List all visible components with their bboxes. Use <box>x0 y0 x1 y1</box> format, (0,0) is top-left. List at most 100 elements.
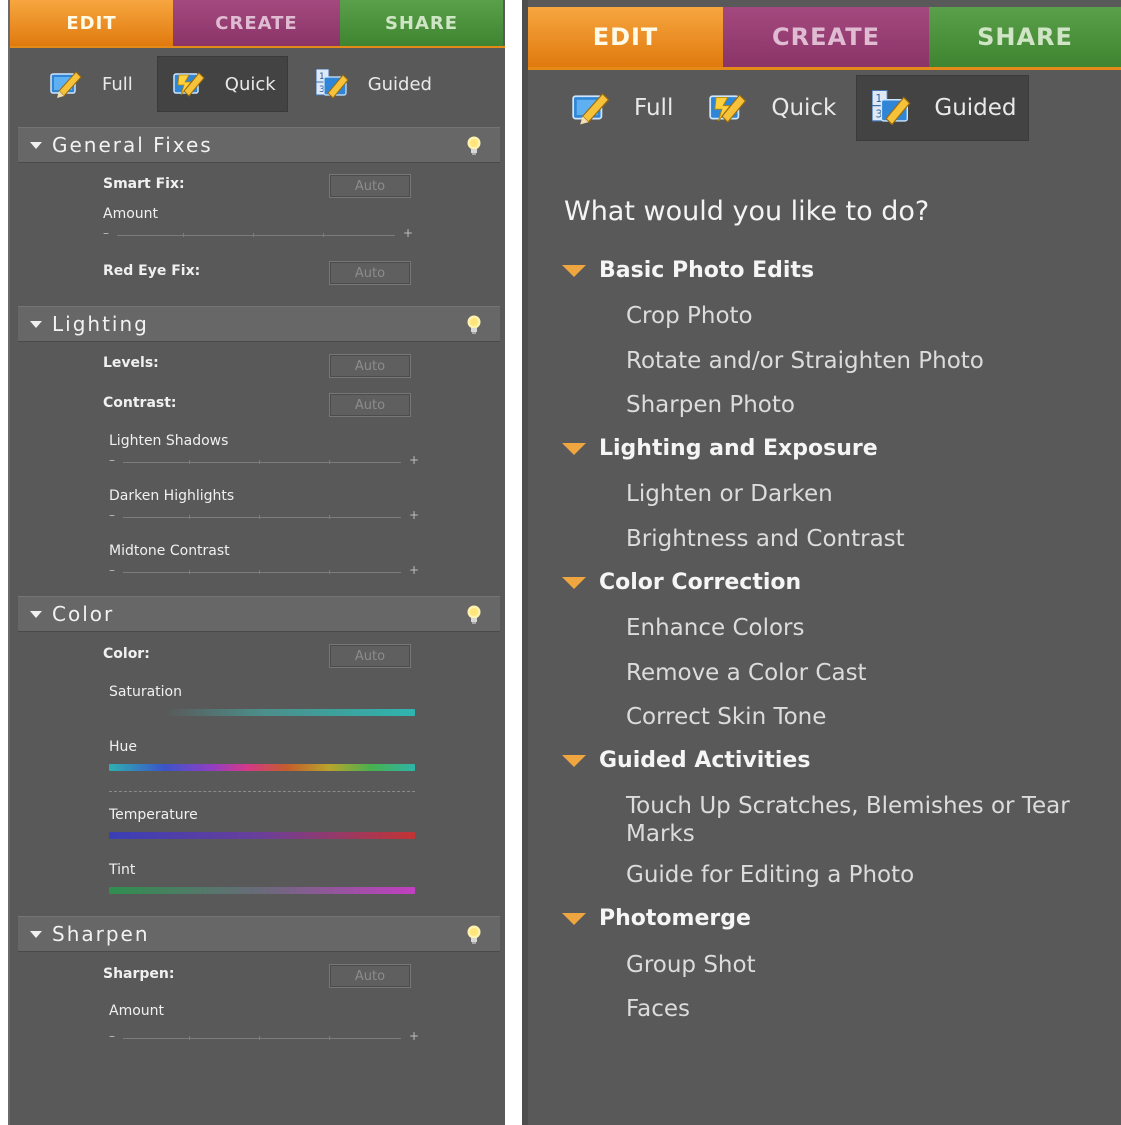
slider-minus: – <box>103 226 109 240</box>
mode-guided-label: Guided <box>367 73 432 95</box>
lighten-shadows-slider[interactable]: – + <box>109 453 419 470</box>
contrast-auto-button[interactable]: Auto <box>329 393 411 417</box>
expand-triangle-icon[interactable] <box>562 442 586 455</box>
levels-label: Levels: <box>103 355 159 371</box>
mode-guided-label: Guided <box>934 95 1017 121</box>
category-photomerge[interactable]: Photomerge <box>562 906 751 931</box>
slider-plus: + <box>408 453 419 467</box>
mode-quick-label: Quick <box>771 95 837 121</box>
mode-guided-button[interactable]: Guided <box>856 75 1029 141</box>
workspace-tabs: EDIT CREATE SHARE <box>10 0 505 48</box>
slider-minus: – <box>109 508 115 522</box>
guided-item-sharpen-photo[interactable]: Sharpen Photo <box>626 391 795 419</box>
red-eye-fix-label: Red Eye Fix: <box>103 263 201 279</box>
midtone-contrast-slider[interactable]: – + <box>109 563 419 580</box>
saturation-label: Saturation <box>109 684 182 700</box>
midtone-contrast-label: Midtone Contrast <box>109 543 230 559</box>
mode-guided-button[interactable]: Guided <box>300 56 444 112</box>
smart-fix-auto-button[interactable]: Auto <box>329 174 411 198</box>
category-label: Photomerge <box>599 906 751 931</box>
tab-share[interactable]: SHARE <box>929 7 1121 67</box>
saturation-slider[interactable] <box>109 709 415 716</box>
smart-fix-amount-slider[interactable]: – + <box>103 226 413 243</box>
red-eye-auto-button[interactable]: Auto <box>329 261 411 285</box>
guided-item-guide-for-editing[interactable]: Guide for Editing a Photo <box>626 861 914 889</box>
levels-auto-button[interactable]: Auto <box>329 354 411 378</box>
guided-edit-icon <box>315 69 349 99</box>
mode-quick-button[interactable]: Quick <box>156 56 288 112</box>
sharpen-amount-slider[interactable]: – + <box>109 1029 419 1046</box>
color-auto-button[interactable]: Auto <box>329 644 411 668</box>
tab-create[interactable]: CREATE <box>723 7 929 67</box>
quick-fix-icon <box>173 72 205 97</box>
tab-share[interactable]: SHARE <box>340 0 503 46</box>
expand-triangle-icon[interactable] <box>562 754 586 767</box>
mode-quick-label: Quick <box>224 73 276 95</box>
section-title: Lighting <box>52 312 149 336</box>
temperature-slider[interactable] <box>109 832 415 839</box>
sharpen-auto-button[interactable]: Auto <box>329 964 411 988</box>
collapse-triangle-icon[interactable] <box>30 610 42 618</box>
category-color-correction[interactable]: Color Correction <box>562 570 801 595</box>
lightbulb-tip-icon[interactable] <box>466 315 482 335</box>
category-guided-activities[interactable]: Guided Activities <box>562 748 810 773</box>
contrast-label: Contrast: <box>103 395 177 411</box>
section-color-header[interactable]: Color <box>18 596 500 632</box>
full-edit-icon <box>50 71 82 99</box>
section-sharpen-header[interactable]: Sharpen <box>18 916 500 952</box>
mode-quick-button[interactable]: Quick <box>693 75 848 141</box>
collapse-triangle-icon[interactable] <box>30 930 42 938</box>
guided-question-heading: What would you like to do? <box>564 196 930 227</box>
expand-triangle-icon[interactable] <box>562 912 586 925</box>
category-label: Color Correction <box>599 570 802 595</box>
section-title: General Fixes <box>52 133 213 157</box>
color-label: Color: <box>103 646 150 662</box>
darken-highlights-slider[interactable]: – + <box>109 508 419 525</box>
tab-edit[interactable]: EDIT <box>10 0 173 46</box>
lightbulb-tip-icon[interactable] <box>466 605 482 625</box>
slider-minus: – <box>109 453 115 467</box>
expand-triangle-icon[interactable] <box>562 264 586 277</box>
section-title: Sharpen <box>52 922 150 946</box>
lightbulb-tip-icon[interactable] <box>466 136 482 156</box>
hue-slider[interactable] <box>109 764 415 771</box>
collapse-triangle-icon[interactable] <box>30 141 42 149</box>
guided-item-crop-photo[interactable]: Crop Photo <box>626 302 753 330</box>
darken-highlights-label: Darken Highlights <box>109 488 235 504</box>
collapse-triangle-icon[interactable] <box>30 320 42 328</box>
guided-edit-panel: EDIT CREATE SHARE Full Quick Guided What… <box>522 0 1121 1125</box>
quick-fix-icon <box>709 94 747 123</box>
category-basic-photo-edits[interactable]: Basic Photo Edits <box>562 258 814 283</box>
guided-item-group-shot[interactable]: Group Shot <box>626 951 756 979</box>
guided-item-correct-skin-tone[interactable]: Correct Skin Tone <box>626 703 826 731</box>
guided-item-enhance-colors[interactable]: Enhance Colors <box>626 614 805 642</box>
quick-edit-panel: EDIT CREATE SHARE Full Quick Guided Gene… <box>8 0 505 1125</box>
expand-triangle-icon[interactable] <box>562 576 586 589</box>
guided-item-rotate-straighten[interactable]: Rotate and/or Straighten Photo <box>626 347 984 375</box>
mode-full-label: Full <box>634 95 674 121</box>
tab-edit[interactable]: EDIT <box>528 7 723 67</box>
sharpen-label: Sharpen: <box>103 966 175 982</box>
category-lighting-and-exposure[interactable]: Lighting and Exposure <box>562 436 878 461</box>
hue-label: Hue <box>109 739 138 755</box>
slider-plus: + <box>402 226 413 240</box>
mode-full-label: Full <box>102 73 133 95</box>
slider-plus: + <box>408 563 419 577</box>
mode-full-button[interactable]: Full <box>34 56 145 112</box>
tint-slider[interactable] <box>109 887 415 894</box>
guided-item-remove-color-cast[interactable]: Remove a Color Cast <box>626 659 867 687</box>
lightbulb-tip-icon[interactable] <box>466 925 482 945</box>
amount-label: Amount <box>103 206 159 222</box>
full-edit-icon <box>572 93 610 126</box>
slider-minus: – <box>109 1029 115 1043</box>
section-general-fixes-header[interactable]: General Fixes <box>18 127 500 163</box>
section-lighting-header[interactable]: Lighting <box>18 306 500 342</box>
guided-item-touch-up-scratches[interactable]: Touch Up Scratches, Blemishes or Tear Ma… <box>626 792 1096 848</box>
tab-create[interactable]: CREATE <box>173 0 340 46</box>
divider <box>109 791 415 792</box>
guided-item-faces[interactable]: Faces <box>626 995 690 1023</box>
guided-item-brightness-contrast[interactable]: Brightness and Contrast <box>626 525 905 553</box>
mode-full-button[interactable]: Full <box>556 75 685 141</box>
slider-minus: – <box>109 563 115 577</box>
guided-item-lighten-darken[interactable]: Lighten or Darken <box>626 480 833 508</box>
